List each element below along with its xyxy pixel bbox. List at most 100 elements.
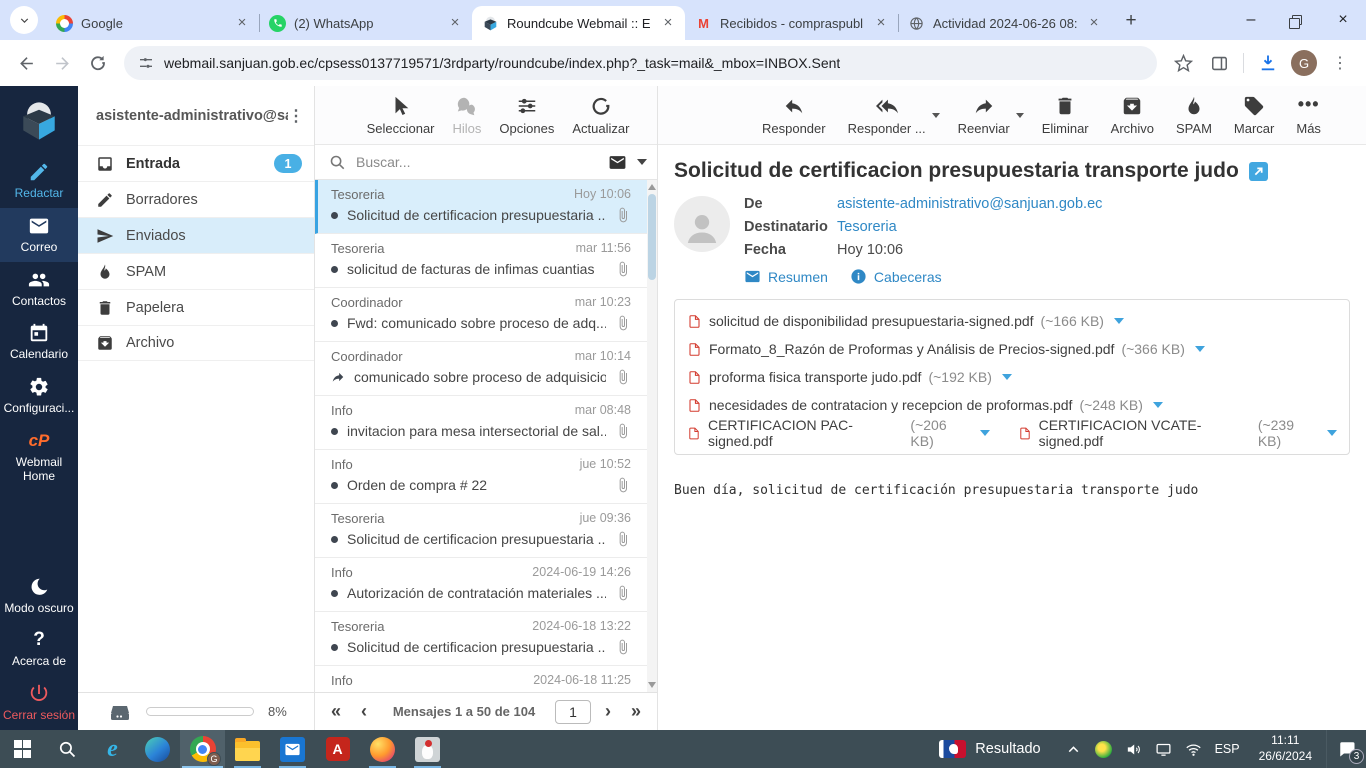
archive-button[interactable]: Archivo: [1107, 93, 1158, 138]
address-bar[interactable]: webmail.sanjuan.gob.ec/cpsess0137719571/…: [124, 46, 1157, 80]
sidebar-item-webmail-home[interactable]: cP Webmail Home: [0, 423, 78, 491]
tab-whatsapp[interactable]: (2) WhatsApp ×: [259, 6, 472, 40]
prev-page-button[interactable]: ‹: [355, 701, 373, 722]
to-address-link[interactable]: Tesoreria: [837, 219, 897, 235]
attachment-menu-caret-icon[interactable]: [1152, 402, 1163, 408]
volume-icon[interactable]: [1125, 741, 1142, 758]
browser-menu-icon[interactable]: ⋮: [1324, 47, 1356, 79]
firefox-button[interactable]: [360, 730, 405, 768]
taskbar-search-button[interactable]: [45, 730, 90, 768]
tray-expand-chevron-icon[interactable]: [1065, 741, 1082, 758]
sidebar-item-cerrar-sesion[interactable]: Cerrar sesión: [0, 676, 78, 730]
next-page-button[interactable]: ›: [599, 701, 617, 722]
sidebar-item-correo[interactable]: Correo: [0, 207, 78, 262]
window-minimize-button[interactable]: –: [1228, 0, 1274, 40]
file-explorer-button[interactable]: [225, 730, 270, 768]
taskbar-result-widget[interactable]: Resultado: [929, 730, 1050, 768]
tab-google[interactable]: Google ×: [46, 6, 259, 40]
forward-dropdown-icon[interactable]: [1015, 112, 1024, 118]
scroll-down-icon[interactable]: [648, 682, 656, 688]
attachment-menu-caret-icon[interactable]: [1194, 346, 1205, 352]
action-center-button[interactable]: 3: [1326, 730, 1366, 768]
side-panel-icon[interactable]: [1203, 47, 1235, 79]
taskbar-clock[interactable]: 11:11 26/6/2024: [1253, 733, 1318, 764]
window-restore-button[interactable]: [1274, 0, 1320, 40]
attachment[interactable]: Formato_8_Razón de Proformas y Análisis …: [687, 341, 1205, 358]
summary-link[interactable]: Resumen: [744, 268, 828, 285]
sidebar-item-redactar[interactable]: Redactar: [0, 154, 78, 208]
attachment[interactable]: CERTIFICACION VCATE-signed.pdf (~239 KB): [1018, 417, 1337, 449]
profile-avatar[interactable]: G: [1288, 47, 1320, 79]
sidebar-item-contactos[interactable]: Contactos: [0, 262, 78, 316]
more-button[interactable]: ••• Más: [1292, 93, 1325, 138]
folder-archivo[interactable]: Archivo: [78, 325, 314, 361]
folder-spam[interactable]: SPAM: [78, 253, 314, 289]
page-number-input[interactable]: [554, 699, 591, 724]
bookmark-star-icon[interactable]: [1167, 47, 1199, 79]
tab-close-icon[interactable]: ×: [233, 14, 251, 32]
forward-button[interactable]: [46, 47, 78, 79]
url-text[interactable]: webmail.sanjuan.gob.ec/cpsess0137719571/…: [164, 55, 840, 71]
sidebar-item-modo-oscuro[interactable]: Modo oscuro: [0, 569, 78, 623]
message-list-item[interactable]: Tesoreria Hoy 10:06 Solicitud de certific…: [315, 180, 657, 234]
tab-close-icon[interactable]: ×: [446, 14, 464, 32]
tab-close-icon[interactable]: ×: [1085, 14, 1103, 32]
last-page-button[interactable]: »: [625, 701, 647, 722]
new-tab-button[interactable]: +: [1117, 7, 1145, 35]
message-list-item[interactable]: Info mar 08:48 invitacion para mesa inter…: [315, 396, 657, 450]
threads-button[interactable]: Hilos: [449, 93, 486, 138]
sidebar-item-acerca-de[interactable]: ? Acerca de: [0, 622, 78, 676]
tab-close-icon[interactable]: ×: [659, 14, 677, 32]
attachment-menu-caret-icon[interactable]: [979, 430, 990, 436]
options-button[interactable]: Opciones: [495, 93, 558, 138]
tab-search-button[interactable]: [10, 6, 38, 34]
folder-menu-icon[interactable]: ⋮: [288, 106, 304, 126]
site-settings-icon[interactable]: [138, 55, 154, 71]
sidebar-item-calendario[interactable]: Calendario: [0, 315, 78, 369]
message-list-item[interactable]: Info 2024-06-18 11:25: [315, 666, 657, 692]
tab-close-icon[interactable]: ×: [872, 14, 890, 32]
reply-button[interactable]: Responder: [758, 93, 830, 138]
sidebar-item-configuracion[interactable]: Configuraci...: [0, 369, 78, 423]
list-scrollbar[interactable]: [647, 180, 657, 692]
refresh-button[interactable]: Actualizar: [568, 93, 633, 138]
delete-button[interactable]: Eliminar: [1038, 93, 1093, 138]
select-button[interactable]: Seleccionar: [363, 93, 439, 138]
message-list-item[interactable]: Coordinador mar 10:14 comunicado sobre pr…: [315, 342, 657, 396]
back-button[interactable]: [10, 47, 42, 79]
open-in-new-window-icon[interactable]: [1249, 162, 1268, 181]
java-app-button[interactable]: [405, 730, 450, 768]
from-address-link[interactable]: asistente-administrativo@sanjuan.gob.ec: [837, 196, 1102, 212]
internet-explorer-button[interactable]: e: [90, 730, 135, 768]
message-list-item[interactable]: Info jue 10:52 Orden de compra # 22: [315, 450, 657, 504]
message-list-item[interactable]: Coordinador mar 10:23 Fwd: comunicado sob…: [315, 288, 657, 342]
message-list-item[interactable]: Tesoreria mar 11:56 solicitud de facturas…: [315, 234, 657, 288]
forward-button[interactable]: Reenviar: [954, 93, 1014, 138]
headers-link[interactable]: Cabeceras: [850, 268, 942, 285]
edge-button[interactable]: [135, 730, 180, 768]
start-button[interactable]: [0, 730, 45, 768]
downloads-icon[interactable]: [1252, 47, 1284, 79]
tab-actividad[interactable]: Actividad 2024-06-26 08:00 ×: [898, 6, 1111, 40]
folder-enviados[interactable]: Enviados: [78, 217, 314, 253]
spam-button[interactable]: SPAM: [1172, 93, 1216, 138]
first-page-button[interactable]: «: [325, 701, 347, 722]
reload-button[interactable]: [82, 47, 114, 79]
search-input[interactable]: [356, 154, 598, 170]
attachment[interactable]: proforma fisica transporte judo.pdf (~19…: [687, 369, 1012, 386]
display-tray-icon[interactable]: [1155, 741, 1172, 758]
reply-all-dropdown-icon[interactable]: [931, 112, 940, 118]
attachment-menu-caret-icon[interactable]: [1327, 430, 1337, 436]
reply-all-button[interactable]: Responder ...: [844, 93, 930, 138]
folder-entrada[interactable]: Entrada 1: [78, 145, 314, 181]
wifi-icon[interactable]: [1185, 741, 1202, 758]
window-close-button[interactable]: ×: [1320, 0, 1366, 40]
tab-gmail[interactable]: M Recibidos - compraspublicas ×: [685, 6, 898, 40]
language-indicator[interactable]: ESP: [1215, 742, 1240, 756]
attachment[interactable]: CERTIFICACION PAC-signed.pdf (~206 KB): [687, 417, 990, 449]
mail-app-button[interactable]: [270, 730, 315, 768]
acrobat-button[interactable]: A: [315, 730, 360, 768]
attachment[interactable]: necesidades de contratacion y recepcion …: [687, 397, 1163, 414]
message-list-item[interactable]: Info 2024-06-19 14:26 Autorización de con…: [315, 558, 657, 612]
attachment[interactable]: solicitud de disponibilidad presupuestar…: [687, 313, 1124, 330]
